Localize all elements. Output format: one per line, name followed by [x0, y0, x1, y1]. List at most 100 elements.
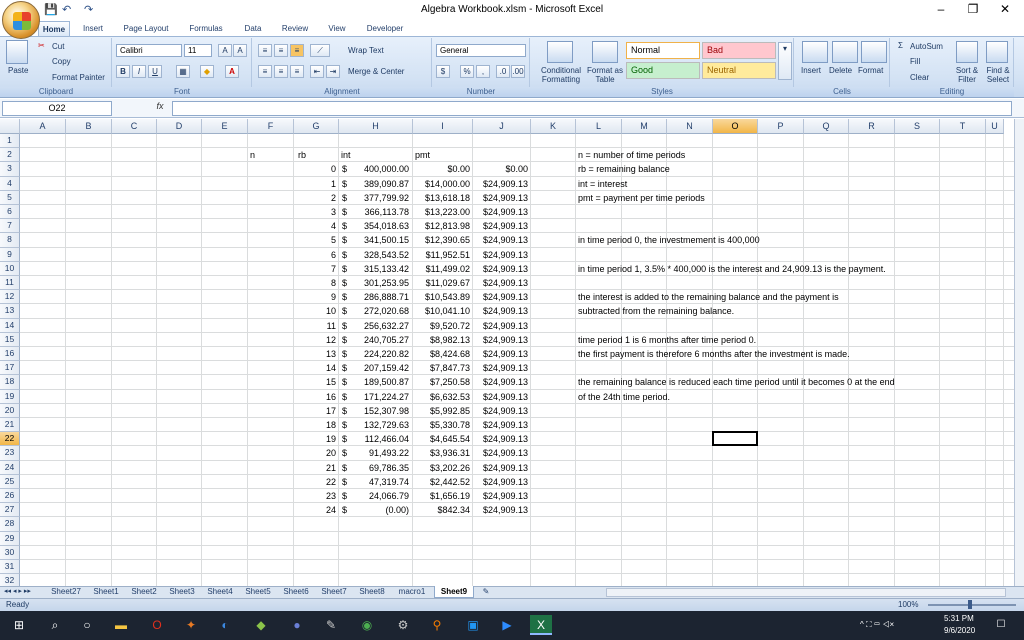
column-header-j[interactable]: J [473, 119, 531, 134]
row-header-10[interactable]: 10 [0, 261, 20, 276]
cell-int[interactable]: $11,029.67 [413, 276, 470, 290]
restore-button[interactable]: ❐ [958, 2, 988, 18]
clock-time[interactable]: 5:31 PM [944, 614, 974, 623]
cell-rb[interactable]: 91,493.22 [339, 446, 409, 460]
cell-pmt[interactable]: $24,909.13 [473, 418, 528, 432]
cell-n[interactable]: 15 [294, 375, 336, 389]
cell-pmt[interactable]: $24,909.13 [473, 375, 528, 389]
column-header-r[interactable]: R [849, 119, 895, 134]
row-header-2[interactable]: 2 [0, 148, 20, 163]
cell-int[interactable]: $3,936.31 [413, 446, 470, 460]
row-header-20[interactable]: 20 [0, 403, 20, 418]
cell-n[interactable]: 3 [294, 205, 336, 219]
cell-pmt[interactable]: $24,909.13 [473, 177, 528, 191]
cell-n[interactable]: 23 [294, 489, 336, 503]
bold-button[interactable]: B [116, 65, 130, 78]
cell-pmt[interactable]: $24,909.13 [473, 191, 528, 205]
row-header-7[interactable]: 7 [0, 219, 20, 234]
column-header-s[interactable]: S [895, 119, 940, 134]
column-header-d[interactable]: D [157, 119, 202, 134]
cell-rb[interactable]: 240,705.27 [339, 333, 409, 347]
row-header-32[interactable]: 32 [0, 574, 20, 586]
format-as-table-button[interactable]: Format as Table [586, 66, 624, 84]
cell-int[interactable]: $12,813.98 [413, 219, 470, 233]
cell-n[interactable]: 14 [294, 361, 336, 375]
align-bottom-icon[interactable]: ≡ [290, 44, 304, 57]
insert-cells-button[interactable]: Insert [801, 66, 821, 75]
borders-icon[interactable]: ▦ [176, 65, 190, 78]
close-button[interactable]: ✕ [990, 2, 1020, 18]
row-header-8[interactable]: 8 [0, 233, 20, 248]
row-header-29[interactable]: 29 [0, 531, 20, 546]
name-box[interactable]: O22 [2, 101, 112, 116]
column-header-h[interactable]: H [339, 119, 413, 134]
note-text[interactable]: rb = remaining balance [578, 162, 670, 176]
format-cells-button[interactable]: Format [858, 66, 883, 75]
cell-rb[interactable]: 224,220.82 [339, 347, 409, 361]
cell-rb[interactable]: 366,113.78 [339, 205, 409, 219]
number-format-select[interactable]: General [436, 44, 526, 57]
column-header-n[interactable]: N [667, 119, 713, 134]
cell-int[interactable]: $14,000.00 [413, 177, 470, 191]
note-text[interactable]: pmt = payment per time periods [578, 191, 705, 205]
cell-int[interactable]: $8,424.68 [413, 347, 470, 361]
tab-developer[interactable]: Developer [360, 21, 410, 36]
tab-home[interactable]: Home [38, 21, 70, 36]
conditional-formatting-button[interactable]: Conditional Formatting [536, 66, 586, 84]
sheet-nav-icon[interactable]: ◂◂ ◂ ▸ ▸▸ [4, 587, 31, 595]
app-icon-5[interactable]: ⚙ [392, 615, 414, 635]
format-cells-icon[interactable] [861, 41, 887, 63]
row-header-31[interactable]: 31 [0, 560, 20, 575]
autosum-button[interactable]: AutoSum [910, 42, 943, 51]
app-icon-1[interactable]: ✦ [180, 615, 202, 635]
style-good[interactable]: Good [626, 62, 700, 79]
column-header-u[interactable]: U [986, 119, 1004, 134]
row-header-13[interactable]: 13 [0, 304, 20, 319]
cell-rb[interactable]: (0.00) [339, 503, 409, 517]
cell-rb[interactable]: 132,729.63 [339, 418, 409, 432]
row-header-15[interactable]: 15 [0, 332, 20, 347]
cell-rb[interactable]: 112,466.04 [339, 432, 409, 446]
minimize-button[interactable]: – [926, 2, 956, 18]
cell-pmt[interactable]: $24,909.13 [473, 233, 528, 247]
column-header-e[interactable]: E [202, 119, 248, 134]
formula-input[interactable] [172, 101, 1012, 116]
row-header-16[interactable]: 16 [0, 347, 20, 362]
cell-int[interactable]: $10,041.10 [413, 304, 470, 318]
cell-pmt[interactable]: $24,909.13 [473, 446, 528, 460]
row-header-3[interactable]: 3 [0, 162, 20, 177]
sheet-tab-sheet3[interactable]: Sheet3 [164, 586, 200, 598]
tab-data[interactable]: Data [238, 21, 268, 36]
cell-pmt[interactable]: $24,909.13 [473, 262, 528, 276]
cell-rb[interactable]: 389,090.87 [339, 177, 409, 191]
column-header-a[interactable]: A [20, 119, 66, 134]
delete-cells-icon[interactable] [832, 41, 858, 63]
increase-indent-icon[interactable]: ⇥ [326, 65, 340, 78]
app-icon-4[interactable]: ✎ [320, 615, 342, 635]
clear-button[interactable]: Clear [910, 73, 929, 82]
row-header-12[interactable]: 12 [0, 290, 20, 305]
cell-rb[interactable]: 189,500.87 [339, 375, 409, 389]
align-top-icon[interactable]: ≡ [258, 44, 272, 57]
cell-pmt[interactable]: $24,909.13 [473, 475, 528, 489]
cell-pmt[interactable]: $24,909.13 [473, 248, 528, 262]
column-header-c[interactable]: C [112, 119, 157, 134]
delete-cells-button[interactable]: Delete [829, 66, 852, 75]
cell-n[interactable]: 18 [294, 418, 336, 432]
merge-center-button[interactable]: Merge & Center [348, 67, 404, 76]
cell-rb[interactable]: 400,000.00 [339, 162, 409, 176]
format-painter-button[interactable]: Format Painter [52, 73, 105, 82]
conditional-formatting-icon[interactable] [547, 41, 573, 63]
column-header-k[interactable]: K [531, 119, 576, 134]
edge-icon[interactable]: ◐ [214, 615, 236, 635]
row-header-19[interactable]: 19 [0, 389, 20, 404]
cell-n[interactable]: 4 [294, 219, 336, 233]
note-text[interactable]: of the 24th time period. [578, 390, 670, 404]
cell-int[interactable]: $4,645.54 [413, 432, 470, 446]
cell-n[interactable]: 9 [294, 290, 336, 304]
cell-rb[interactable]: 328,543.52 [339, 248, 409, 262]
tab-insert[interactable]: Insert [76, 21, 110, 36]
column-header-o[interactable]: O [713, 119, 758, 134]
underline-button[interactable]: U [148, 65, 162, 78]
row-header-27[interactable]: 27 [0, 503, 20, 518]
